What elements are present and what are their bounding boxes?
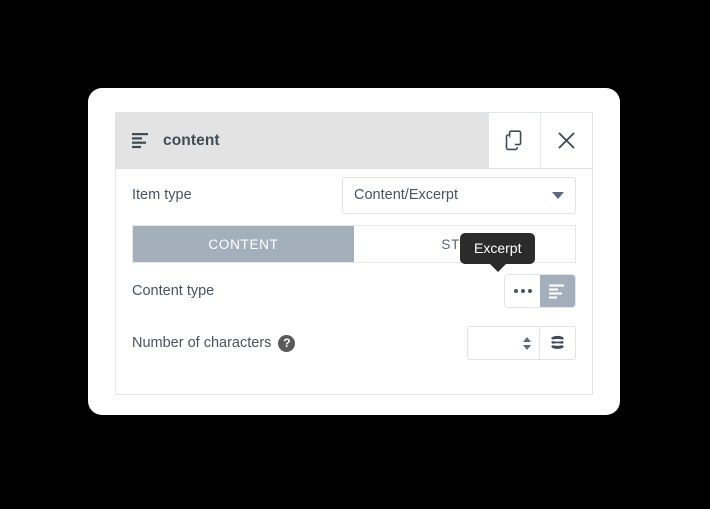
align-left-list-icon: [132, 132, 151, 149]
item-type-label: Item type: [132, 187, 192, 203]
panel-body: Item type Content/Excerpt CONTENT STYLE …: [116, 169, 592, 369]
dynamic-tags-button[interactable]: [539, 327, 575, 359]
number-of-characters-field-group: [467, 326, 576, 360]
ellipsis-icon: [513, 289, 532, 293]
spinner-up-icon[interactable]: [523, 336, 531, 342]
panel-header-left: content: [116, 113, 488, 168]
tab-content[interactable]: CONTENT: [133, 226, 354, 262]
item-type-select[interactable]: Content/Excerpt: [342, 176, 576, 214]
excerpt-tooltip: Excerpt: [460, 233, 536, 264]
panel-title: content: [163, 131, 220, 149]
content-type-toggle-group: [504, 274, 576, 308]
spinner-down-icon[interactable]: [523, 344, 531, 350]
row-number-of-characters: Number of characters ?: [132, 317, 576, 369]
number-of-characters-control: [467, 326, 576, 360]
copy-icon: [505, 130, 525, 151]
panel-header: content: [116, 113, 592, 169]
content-type-excerpt-button[interactable]: [540, 275, 575, 307]
help-question-icon[interactable]: ?: [278, 334, 296, 352]
duplicate-button[interactable]: [488, 113, 540, 168]
number-of-characters-text: Number of characters: [132, 335, 272, 351]
row-content-type: Content type: [132, 265, 576, 317]
number-of-characters-label: Number of characters ?: [132, 334, 296, 352]
item-type-value: Content/Excerpt: [354, 187, 458, 203]
close-icon: [557, 131, 576, 150]
row-item-type: Item type Content/Excerpt: [132, 169, 576, 221]
widget-settings-card: content Item type Content/Excerpt CONTEN…: [88, 88, 620, 415]
number-of-characters-input[interactable]: [479, 335, 521, 351]
database-icon: [549, 335, 566, 352]
content-type-control: [504, 274, 576, 308]
chevron-down-icon: [552, 191, 564, 199]
align-left-icon: [549, 284, 566, 299]
content-type-ellipsis-button[interactable]: [505, 275, 540, 307]
close-button[interactable]: [540, 113, 592, 168]
number-of-characters-input-wrap: [468, 327, 539, 359]
spinner-up-down-icon[interactable]: [521, 336, 533, 350]
content-type-label: Content type: [132, 283, 215, 299]
item-type-control: Content/Excerpt: [342, 176, 576, 214]
